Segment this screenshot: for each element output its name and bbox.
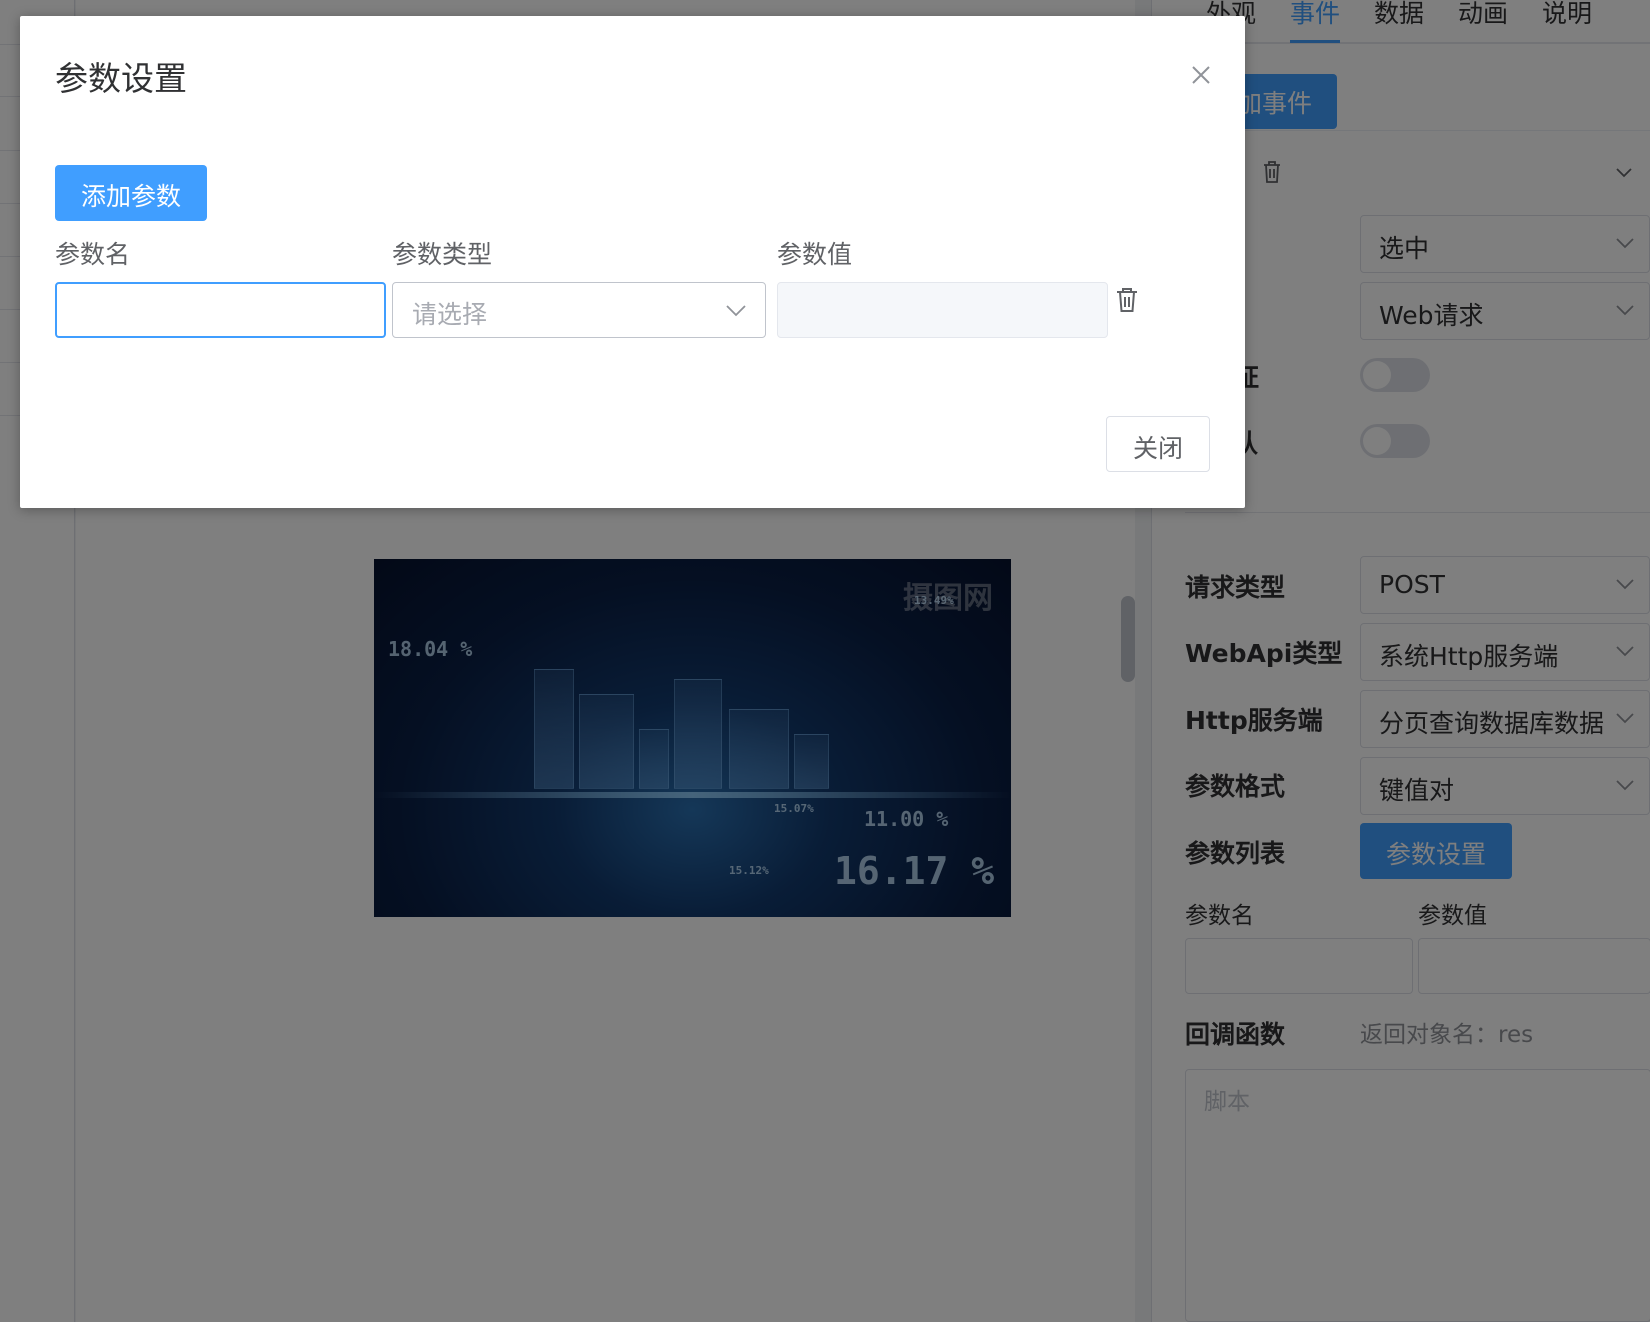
chevron-down-icon	[726, 305, 746, 317]
dialog-title: 参数设置	[55, 59, 187, 98]
param-value-field[interactable]	[777, 282, 1108, 338]
param-value-column-label: 参数值	[777, 240, 853, 269]
param-name-field[interactable]	[55, 282, 386, 338]
param-name-column-label: 参数名	[55, 240, 131, 269]
delete-param-icon[interactable]	[1115, 286, 1139, 314]
param-type-select[interactable]: 请选择	[392, 282, 766, 338]
param-type-placeholder: 请选择	[412, 300, 488, 329]
param-type-column-label: 参数类型	[392, 240, 493, 269]
add-param-button[interactable]: 添加参数	[55, 165, 207, 221]
close-button[interactable]: 关闭	[1106, 416, 1210, 472]
param-settings-dialog: 参数设置 添加参数 参数名 参数类型 参数值 请选择 关闭	[20, 16, 1245, 508]
close-icon[interactable]	[1186, 60, 1216, 90]
